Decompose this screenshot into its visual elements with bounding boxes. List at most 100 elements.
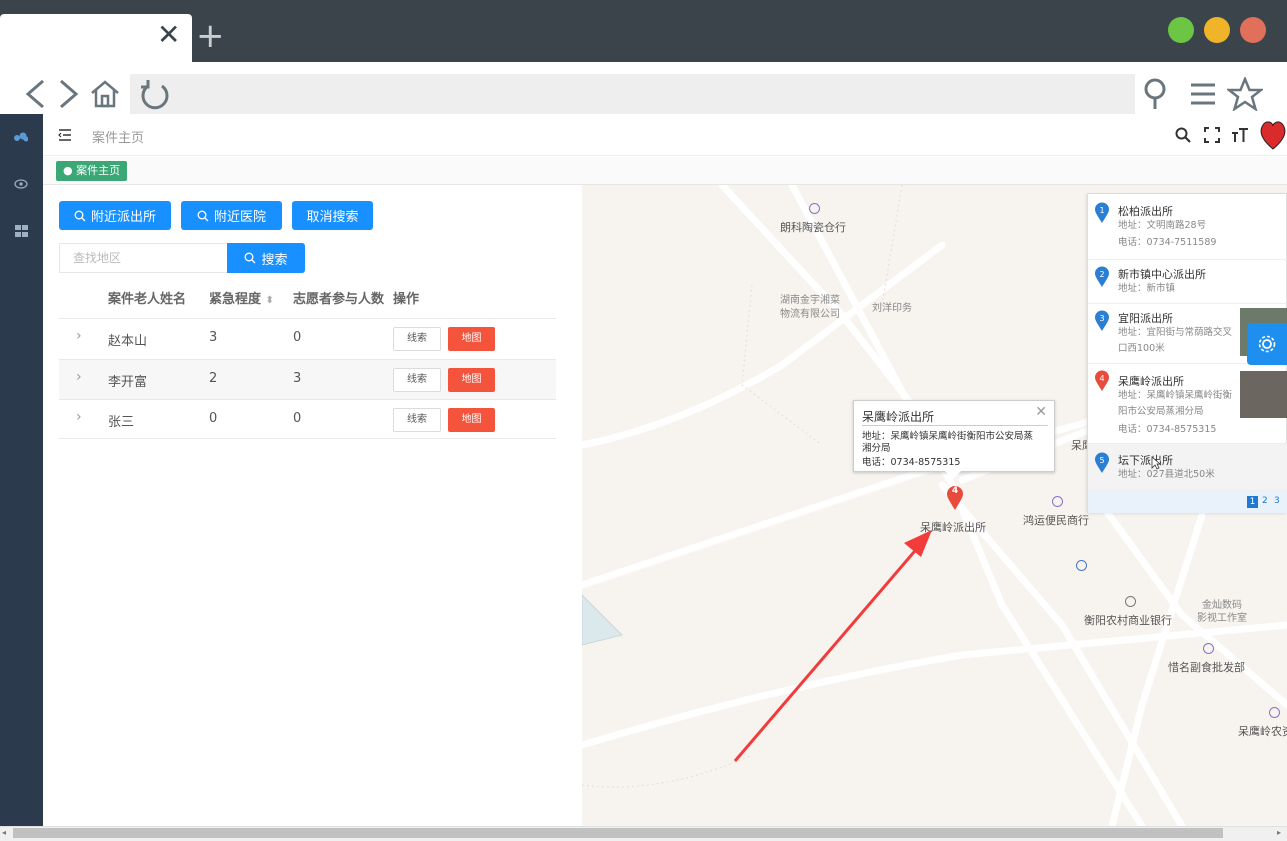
result-item[interactable]: 1 松柏派出所 地址：文明南路28号 电话：0734-7511589 xyxy=(1088,194,1287,260)
close-tab-icon[interactable]: ✕ xyxy=(157,20,180,50)
nearby-hospital-label: 附近医院 xyxy=(213,210,266,225)
search-icon[interactable] xyxy=(1174,126,1192,144)
heart-avatar[interactable] xyxy=(1259,117,1287,151)
pin-icon: 5 xyxy=(1095,452,1109,473)
nearby-police-label: 附近派出所 xyxy=(90,210,156,225)
cancel-search-button[interactable]: 取消搜索 xyxy=(292,201,373,230)
cell-name: 李开富 xyxy=(108,375,148,390)
close-icon[interactable]: ✕ xyxy=(1035,404,1047,420)
info-window-address: 地址：呆鹰岭镇呆鹰岭街衡阳市公安局蒸湘分局 xyxy=(862,431,1034,454)
result-phone: 电话：0734-8575315 xyxy=(1118,424,1217,435)
home-icon[interactable] xyxy=(86,74,124,114)
svg-text:2: 2 xyxy=(1099,270,1104,279)
location-icon[interactable] xyxy=(1136,74,1174,114)
header-volunteers: 志愿者参与人数 xyxy=(293,292,385,307)
scroll-left-icon[interactable]: ◂ xyxy=(2,828,6,837)
result-item[interactable]: 2 新市镇中心派出所 地址：新市镇 xyxy=(1088,260,1287,304)
map-button[interactable]: 地图 xyxy=(448,408,495,432)
result-item[interactable]: 4 呆鹰岭派出所 地址：呆鹰岭镇呆鹰岭街衡阳市公安局蒸湘分局 电话：0734-8… xyxy=(1088,364,1287,444)
search-icon xyxy=(74,210,86,221)
svg-text:3: 3 xyxy=(1099,314,1104,323)
star-icon[interactable] xyxy=(1226,74,1264,114)
clue-button[interactable]: 线索 xyxy=(393,368,441,392)
grid-icon[interactable] xyxy=(13,225,29,239)
marker-info-window: 呆鹰岭派出所 ✕ 地址：呆鹰岭镇呆鹰岭街衡阳市公安局蒸湘分局 电话：0734-8… xyxy=(853,400,1055,472)
sort-icon[interactable]: ⬍ xyxy=(266,295,274,306)
expand-icon[interactable]: › xyxy=(76,328,82,344)
cell-urgency: 2 xyxy=(209,371,218,386)
search-icon xyxy=(245,252,256,264)
pin-icon: 4 xyxy=(1095,370,1109,391)
result-item[interactable]: 5 坛下派出所 地址：027县道北50米 xyxy=(1088,444,1287,491)
window-close-button[interactable] xyxy=(1240,17,1266,43)
cell-volunteers: 0 xyxy=(293,330,302,345)
expand-icon[interactable]: › xyxy=(76,409,82,425)
fullscreen-icon[interactable] xyxy=(1203,126,1221,144)
forward-icon[interactable] xyxy=(50,74,88,114)
svg-text:4: 4 xyxy=(1099,374,1104,383)
font-size-icon[interactable] xyxy=(1231,126,1249,144)
info-window-phone: 电话：0734-8575315 xyxy=(862,457,961,468)
page-2[interactable]: 2 xyxy=(1262,496,1268,506)
nearby-hospital-button[interactable]: 附近医院 xyxy=(181,201,282,230)
back-icon[interactable] xyxy=(16,74,54,114)
dashboard-icon[interactable] xyxy=(13,131,29,145)
scroll-right-icon[interactable]: ▸ xyxy=(1277,828,1281,837)
new-tab-icon[interactable]: + xyxy=(196,18,225,54)
info-window-title: 呆鹰岭派出所 xyxy=(862,410,935,424)
window-maximize-button[interactable] xyxy=(1168,17,1194,43)
cancel-search-label: 取消搜索 xyxy=(306,210,359,225)
scrollbar-thumb[interactable] xyxy=(13,828,1223,838)
case-panel xyxy=(43,185,582,826)
clue-button[interactable]: 线索 xyxy=(393,327,441,351)
expand-icon[interactable]: › xyxy=(76,369,82,385)
info-window-pointer xyxy=(945,471,961,479)
menu-icon[interactable] xyxy=(1184,74,1222,114)
result-name: 呆鹰岭派出所 xyxy=(1118,375,1184,388)
search-button-label: 搜索 xyxy=(261,252,288,268)
search-icon xyxy=(197,210,209,221)
settings-button[interactable] xyxy=(1247,323,1287,365)
map-button[interactable]: 地图 xyxy=(448,368,495,392)
menu-toggle-icon[interactable] xyxy=(56,126,74,144)
result-name: 坛下派出所 xyxy=(1118,454,1173,467)
cell-volunteers: 0 xyxy=(293,411,302,426)
map-marker[interactable]: 4 xyxy=(946,485,964,511)
result-name: 宜阳派出所 xyxy=(1118,312,1173,325)
cell-name: 张三 xyxy=(108,415,135,430)
page-3[interactable]: 3 xyxy=(1274,496,1280,506)
map-button[interactable]: 地图 xyxy=(448,327,495,351)
header-urgency-label: 紧急程度 xyxy=(209,292,262,307)
cell-name: 赵本山 xyxy=(108,334,148,349)
tag-case-home[interactable]: ● 案件主页 xyxy=(56,161,128,181)
pin-icon: 1 xyxy=(1095,202,1109,223)
header-elder-name: 案件老人姓名 xyxy=(108,292,187,307)
cell-urgency: 0 xyxy=(209,411,218,426)
gear-icon xyxy=(1258,335,1276,353)
svg-text:1: 1 xyxy=(1099,206,1104,215)
table-row: › 赵本山 3 0 线索 地图 xyxy=(59,318,556,358)
pin-icon: 2 xyxy=(1095,266,1109,287)
browser-tab-bar xyxy=(0,0,1287,62)
page-1[interactable]: 1 xyxy=(1247,496,1258,508)
tag-bar xyxy=(43,157,1287,185)
search-button[interactable]: 搜索 xyxy=(227,243,305,273)
eye-icon[interactable] xyxy=(13,178,29,192)
clue-button[interactable]: 线索 xyxy=(393,408,441,432)
result-address: 地址：新市镇 xyxy=(1118,283,1176,294)
cell-volunteers: 3 xyxy=(293,371,302,386)
breadcrumb: 案件主页 xyxy=(92,131,145,146)
header-urgency[interactable]: 紧急程度 ⬍ xyxy=(209,288,274,307)
result-phone: 电话：0734-7511589 xyxy=(1118,237,1217,248)
result-address: 地址：文明南路28号 xyxy=(1118,220,1207,231)
cell-urgency: 3 xyxy=(209,330,218,345)
pin-icon: 3 xyxy=(1095,310,1109,331)
window-minimize-button[interactable] xyxy=(1204,17,1230,43)
mouse-cursor xyxy=(1151,455,1162,470)
reload-icon[interactable] xyxy=(136,74,174,114)
result-name: 松柏派出所 xyxy=(1118,205,1173,218)
address-bar[interactable] xyxy=(130,74,1135,114)
area-search-input[interactable]: 查找地区 xyxy=(59,243,227,273)
result-address: 地址：呆鹰岭镇呆鹰岭街衡阳市公安局蒸湘分局 xyxy=(1118,390,1233,417)
nearby-police-button[interactable]: 附近派出所 xyxy=(59,201,171,230)
